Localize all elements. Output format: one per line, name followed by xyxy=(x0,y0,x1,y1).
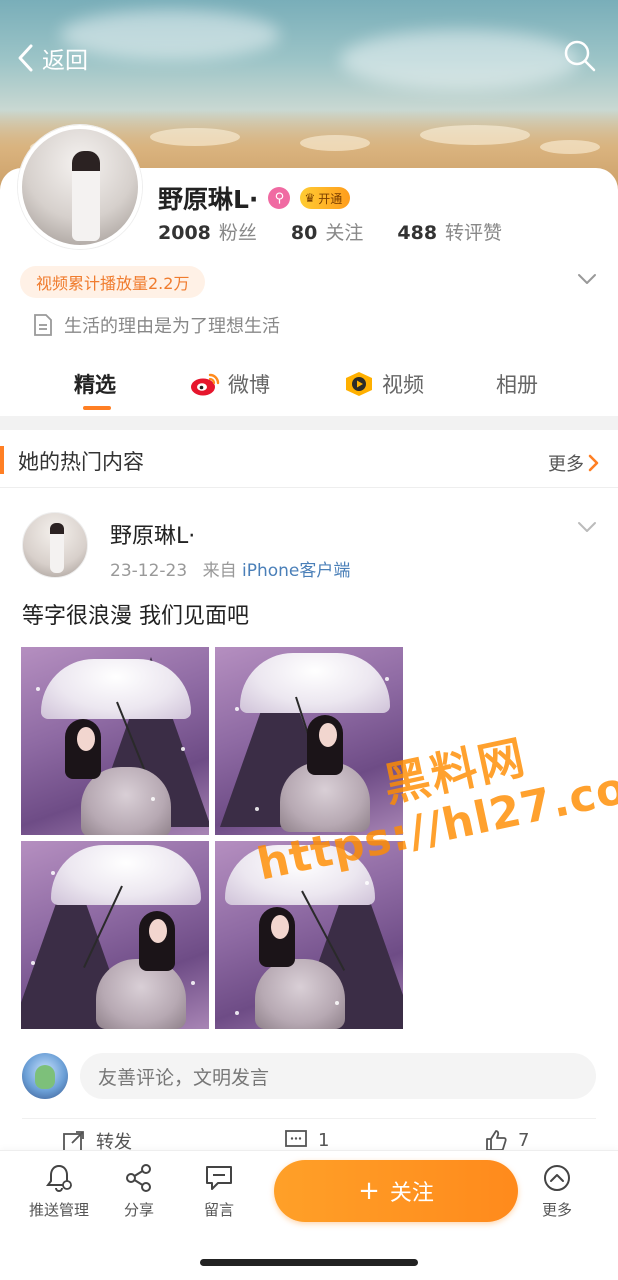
current-user-avatar xyxy=(22,1053,68,1099)
post-photo[interactable] xyxy=(215,647,403,835)
home-indicator xyxy=(200,1259,418,1266)
divider xyxy=(22,1118,596,1119)
bio-text: 生活的理由是为了理想生活 xyxy=(64,316,280,337)
video-icon xyxy=(346,372,372,396)
tab-featured[interactable]: 精选 xyxy=(74,364,116,404)
crown-icon: ♛ xyxy=(304,191,316,205)
profile-tabs: 精选 微博 视频 相册 xyxy=(0,356,618,412)
post-photo[interactable] xyxy=(21,841,209,1029)
thumbs-up-icon xyxy=(486,1130,507,1151)
push-settings-button[interactable]: 推送管理 xyxy=(19,1163,99,1220)
post-photo[interactable] xyxy=(215,841,403,1029)
stat-engagement[interactable]: 488 转评赞 xyxy=(397,218,502,245)
post-author-name[interactable]: 野原琳L· xyxy=(110,518,195,550)
tab-album[interactable]: 相册 xyxy=(496,364,538,404)
weibo-icon xyxy=(191,373,220,396)
share-icon xyxy=(126,1164,151,1192)
chevron-up-circle-icon xyxy=(544,1165,570,1191)
active-tab-indicator xyxy=(83,406,111,410)
chevron-left-icon xyxy=(18,44,33,72)
share-button[interactable]: 分享 xyxy=(99,1163,179,1220)
chevron-right-icon xyxy=(588,454,599,472)
hot-content-title: 她的热门内容 xyxy=(18,450,144,474)
post-date: 23-12-23 xyxy=(110,561,188,581)
post-options-chevron-icon[interactable] xyxy=(576,516,598,538)
back-label: 返回 xyxy=(42,48,88,74)
search-icon xyxy=(564,40,596,72)
section-separator xyxy=(0,416,618,430)
post-meta: 23-12-23 来自 iPhone客户端 xyxy=(110,556,350,581)
like-button[interactable]: 7 xyxy=(484,1128,529,1152)
plus-icon: + xyxy=(358,1176,380,1206)
tab-weibo[interactable]: 微博 xyxy=(190,364,270,404)
post-photo-grid xyxy=(21,647,403,1029)
search-badge-icon[interactable]: ⚲ xyxy=(268,187,291,209)
play-count-pill[interactable]: 视频累计播放量2.2万 xyxy=(20,266,206,298)
stat-following[interactable]: 80 关注 xyxy=(291,218,363,245)
profile-avatar[interactable] xyxy=(18,125,142,249)
post-source-prefix: 来自 xyxy=(202,561,237,581)
comment-icon xyxy=(285,1130,307,1147)
more-button[interactable]: 更多 xyxy=(517,1163,597,1220)
comment-input[interactable]: 友善评论，文明发言 xyxy=(80,1053,596,1099)
message-icon xyxy=(206,1166,232,1190)
post-source[interactable]: iPhone客户端 xyxy=(242,561,350,581)
vip-open-badge[interactable]: ♛ 开通 xyxy=(300,187,351,209)
section-accent-bar xyxy=(0,446,4,474)
comment-count-button[interactable]: 1 xyxy=(284,1128,329,1152)
hot-content-header: 她的热门内容 更多 xyxy=(0,430,618,488)
back-button[interactable]: 返回 xyxy=(14,38,88,78)
post-text: 等字很浪漫 我们见面吧 xyxy=(22,604,249,629)
hot-more-link[interactable]: 更多 xyxy=(548,450,600,476)
tab-video[interactable]: 视频 xyxy=(344,364,424,404)
vip-label: 开通 xyxy=(318,191,343,206)
search-button[interactable] xyxy=(562,38,598,74)
chevron-down-icon[interactable] xyxy=(576,268,598,290)
follow-button[interactable]: + 关注 xyxy=(274,1160,518,1222)
profile-stats: 2008 粉丝 80 关注 488 转评赞 xyxy=(158,218,502,245)
document-icon xyxy=(34,314,52,336)
post-author-avatar[interactable] xyxy=(22,512,88,578)
profile-name: 野原琳L· xyxy=(158,185,259,214)
bell-settings-icon xyxy=(46,1164,72,1192)
profile-name-row: 野原琳L· ⚲ ♛ 开通 xyxy=(158,180,351,216)
post-photo[interactable] xyxy=(21,647,209,835)
stat-followers[interactable]: 2008 粉丝 xyxy=(158,218,257,245)
profile-bio: 生活的理由是为了理想生活 xyxy=(32,312,280,338)
message-button[interactable]: 留言 xyxy=(179,1163,259,1220)
